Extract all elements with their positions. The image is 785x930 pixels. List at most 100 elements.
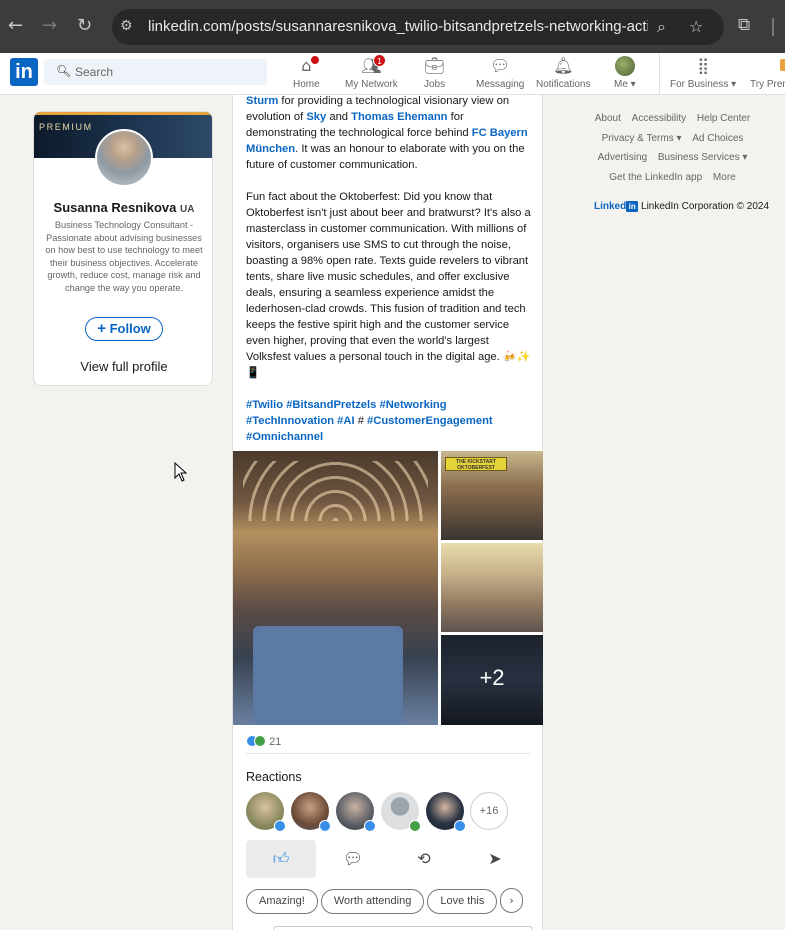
- hashtag-link[interactable]: #Twilio: [246, 399, 283, 411]
- nav-jobs-label: Jobs: [424, 79, 446, 90]
- profile-name[interactable]: Susanna Resnikova UA: [34, 200, 212, 215]
- forward-icon[interactable]: →: [42, 15, 57, 36]
- search-icon[interactable]: ⌕: [657, 17, 666, 37]
- nav-home-label: Home: [293, 79, 320, 90]
- celebrate-reaction-icon: [409, 820, 421, 832]
- comment-button[interactable]: 💬︎: [318, 840, 388, 878]
- like-button[interactable]: 👍︎: [246, 840, 316, 878]
- footer-links: About Accessibility Help Center Privacy …: [560, 113, 785, 191]
- nav-home[interactable]: ⌂ Home: [293, 55, 320, 90]
- site-info-icon[interactable]: ⚙: [120, 18, 138, 36]
- hashtag-link[interactable]: #Omnichannel: [246, 431, 323, 443]
- footer-link[interactable]: Get the LinkedIn app: [609, 172, 702, 183]
- footer-link[interactable]: About: [595, 113, 621, 124]
- follow-label: Follow: [109, 321, 151, 336]
- post-image-4[interactable]: +2: [441, 635, 543, 725]
- mention-link[interactable]: Sturm: [246, 95, 278, 107]
- reactor-avatar[interactable]: [336, 792, 376, 832]
- network-badge: 1: [373, 54, 386, 67]
- more-images-count: +2: [479, 665, 505, 690]
- nav-my-network[interactable]: 👥︎ 1 My Network: [345, 54, 398, 90]
- footer-link[interactable]: Privacy & Terms ▾: [602, 133, 682, 144]
- celebrate-reaction-icon: [254, 735, 266, 747]
- post-image-grid: THE KICKSTART OKTOBERFEST +2: [233, 451, 543, 725]
- nav-messaging-label: Messaging: [476, 79, 525, 90]
- repost-icon: ⟲: [417, 849, 431, 868]
- divider: [246, 753, 530, 754]
- premium-accent-line: [34, 112, 212, 115]
- address-bar[interactable]: ⚙ linkedin.com/posts/susannaresnikova_tw…: [112, 9, 724, 45]
- me-avatar: [614, 56, 636, 76]
- hash-symbol: #: [357, 415, 364, 427]
- view-full-profile-link[interactable]: View full profile: [34, 359, 212, 374]
- post-paragraph-1: Sturm for providing a technological visi…: [246, 95, 528, 171]
- search-placeholder: Search: [75, 65, 114, 79]
- nav-notifications[interactable]: 🔔︎ Notifications: [536, 56, 590, 90]
- post-image-2[interactable]: THE KICKSTART OKTOBERFEST: [441, 451, 543, 540]
- nav-me-label: Me ▾: [614, 79, 636, 90]
- nav-divider: [659, 53, 660, 95]
- suggestion-chip[interactable]: Love this: [427, 889, 498, 914]
- hashtag-link[interactable]: #TechInnovation: [246, 415, 334, 427]
- bookmark-star-icon[interactable]: ☆: [689, 17, 703, 36]
- reactions-title: Reactions: [246, 770, 302, 784]
- nav-me[interactable]: Me ▾: [614, 56, 636, 90]
- profile-card: PREMIUM Susanna Resnikova UA Business Te…: [33, 111, 213, 386]
- footer-link[interactable]: Ad Choices: [692, 133, 743, 144]
- hashtag-link[interactable]: #BitsandPretzels: [286, 399, 376, 411]
- nav-for-business[interactable]: ⣿ For Business ▾: [670, 56, 736, 90]
- chat-icon: 💬︎: [490, 56, 511, 75]
- suggestion-chip[interactable]: Worth attending: [320, 889, 425, 914]
- nav-messaging[interactable]: 💬︎ Messaging: [476, 56, 524, 90]
- hashtag-link[interactable]: #AI: [337, 415, 354, 427]
- plus-icon: +: [97, 320, 106, 337]
- footer-link[interactable]: Help Center: [697, 113, 750, 124]
- post-image-3[interactable]: [441, 543, 543, 632]
- footer-link[interactable]: Accessibility: [632, 113, 686, 124]
- post-paragraph-2: Fun fact about the Oktoberfest: Did you …: [246, 191, 531, 379]
- repost-button[interactable]: ⟲: [389, 840, 459, 878]
- nav-try-premium[interactable]: Try Prem: [750, 56, 785, 90]
- reactor-avatar-placeholder[interactable]: [381, 792, 421, 832]
- footer-link[interactable]: Advertising: [598, 152, 647, 163]
- premium-label: PREMIUM: [39, 122, 93, 132]
- copyright-text: LinkedIn Corporation © 2024: [641, 201, 770, 212]
- send-button[interactable]: ➤: [460, 840, 530, 878]
- linkedin-logo[interactable]: in: [10, 58, 38, 86]
- nav-jobs[interactable]: 💼︎ Jobs: [424, 56, 445, 90]
- browser-chrome: ← → ↻ ⚙ linkedin.com/posts/susannaresnik…: [0, 0, 785, 53]
- reactor-avatar[interactable]: [426, 792, 466, 832]
- bell-icon: 🔔︎: [553, 56, 574, 75]
- search-input[interactable]: 🔍︎ Search: [44, 59, 267, 85]
- post-actions: 👍︎ 💬︎ ⟲ ➤: [246, 840, 530, 878]
- tent-lights: [243, 461, 428, 521]
- footer-link[interactable]: More: [713, 172, 736, 183]
- reactor-avatar[interactable]: [291, 792, 331, 832]
- follow-button[interactable]: + Follow: [85, 317, 163, 341]
- home-icon: ⌂: [293, 55, 320, 76]
- suggestion-chip[interactable]: Amazing!: [246, 889, 318, 914]
- more-reactors-button[interactable]: +16: [470, 792, 508, 830]
- flag-label: UA: [180, 204, 195, 215]
- extensions-icon[interactable]: ⧉: [738, 15, 750, 35]
- mention-link[interactable]: Sky: [306, 111, 326, 123]
- reload-icon[interactable]: ↻: [77, 15, 92, 36]
- back-icon[interactable]: ←: [8, 15, 23, 36]
- footer-link[interactable]: Business Services ▾: [658, 152, 748, 163]
- chevron-right-icon[interactable]: ›: [500, 888, 523, 913]
- hashtag-link[interactable]: #CustomerEngagement: [367, 415, 493, 427]
- reactor-avatar[interactable]: [246, 792, 286, 832]
- footer-brand: Linked in LinkedIn Corporation © 2024: [594, 201, 769, 212]
- comment-input-edge[interactable]: [273, 926, 533, 930]
- post-image-main[interactable]: [233, 451, 438, 725]
- profile-avatar[interactable]: [95, 129, 153, 187]
- hashtag-link[interactable]: #Networking: [379, 399, 446, 411]
- reaction-summary[interactable]: 21: [246, 735, 281, 748]
- send-icon: ➤: [488, 849, 502, 868]
- premium-icon: [750, 56, 785, 76]
- url-text[interactable]: linkedin.com/posts/susannaresnikova_twil…: [148, 18, 648, 35]
- mention-link[interactable]: Thomas Ehemann: [351, 111, 447, 123]
- mouse-cursor-icon: [174, 462, 188, 482]
- beer-table: [253, 626, 403, 725]
- search-icon: 🔍︎: [56, 64, 72, 78]
